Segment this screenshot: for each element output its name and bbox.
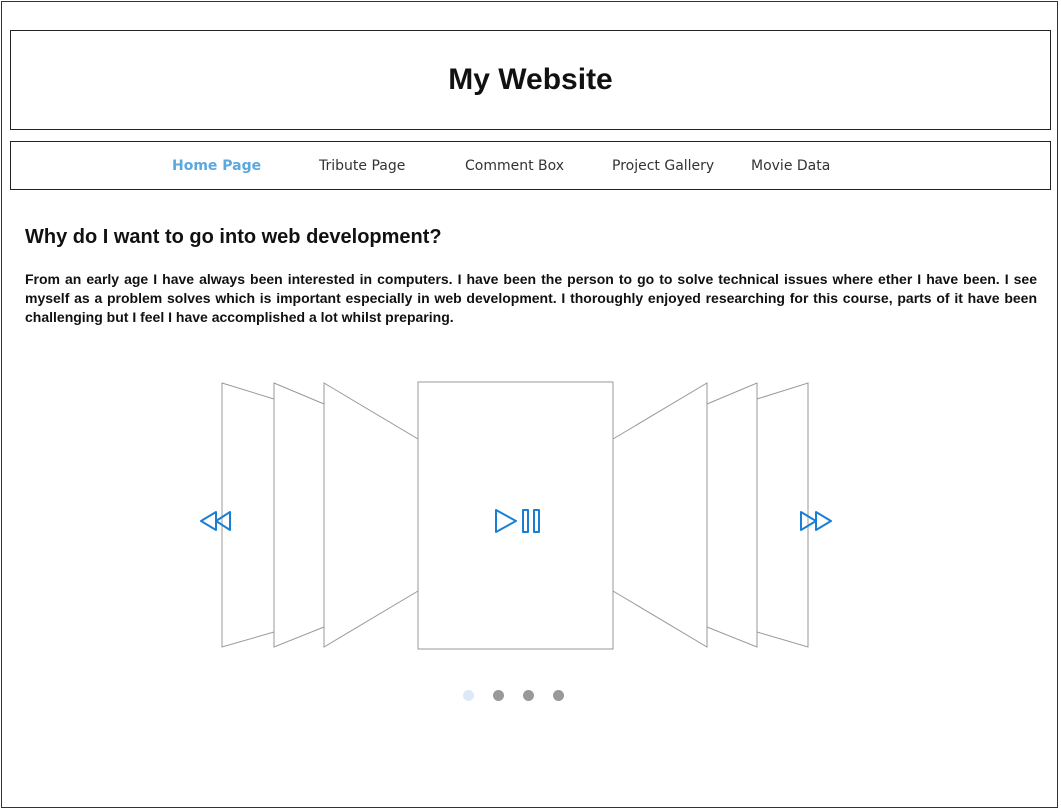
nav-item-home[interactable]: Home Page	[172, 158, 261, 174]
carousel-dot[interactable]	[463, 690, 474, 701]
nav-item-movie-data[interactable]: Movie Data	[751, 158, 830, 174]
carousel-dot[interactable]	[523, 690, 534, 701]
slide-left-1[interactable]	[323, 382, 419, 648]
main-nav: Home Page Tribute Page Comment Box Proje…	[10, 141, 1051, 190]
carousel-dot[interactable]	[553, 690, 564, 701]
image-carousel	[200, 381, 832, 650]
carousel-dot[interactable]	[493, 690, 504, 701]
nav-item-tribute[interactable]: Tribute Page	[319, 158, 405, 174]
site-title: My Website	[448, 63, 613, 96]
slide-center[interactable]	[417, 381, 614, 650]
site-header: My Website	[10, 30, 1051, 130]
section-heading: Why do I want to go into web development…	[25, 226, 442, 248]
nav-item-comment-box[interactable]: Comment Box	[465, 158, 564, 174]
slide-right-1[interactable]	[612, 382, 708, 648]
nav-item-project-gallery[interactable]: Project Gallery	[612, 158, 714, 174]
carousel-pagination	[460, 690, 570, 702]
slide-right-2[interactable]	[706, 382, 758, 648]
intro-paragraph: From an early age I have always been int…	[25, 271, 1037, 325]
slide-left-2[interactable]	[273, 382, 325, 648]
